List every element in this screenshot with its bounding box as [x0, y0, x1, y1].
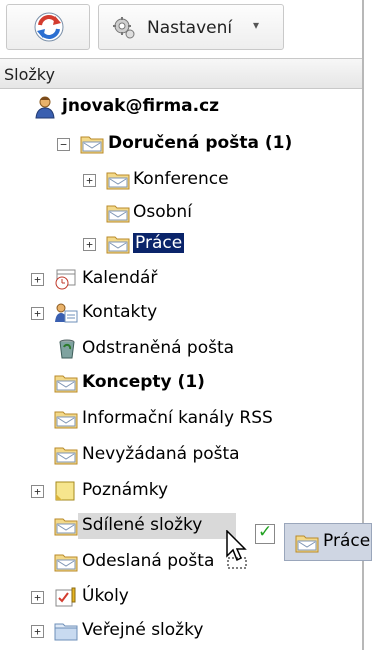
expand-icon[interactable]: +: [31, 273, 44, 286]
account-label: jnovak@firma.cz: [62, 96, 220, 116]
expand-icon[interactable]: +: [31, 307, 44, 320]
sent-label: Odeslaná pošta: [82, 551, 215, 571]
tree-item-deleted[interactable]: Odstraněná pošta: [0, 334, 362, 364]
tree-item-rss[interactable]: Informační kanály RSS: [0, 404, 362, 434]
tree-item-notes[interactable]: + Poznámky: [0, 476, 362, 506]
personal-label: Osobní: [133, 202, 192, 222]
folders-header: Složky: [0, 58, 362, 89]
conference-label: Konference: [133, 169, 229, 189]
folder-icon: [54, 621, 78, 641]
refresh-button[interactable]: [6, 4, 90, 50]
inbox-label: Doručená pošta (1): [108, 133, 293, 153]
tasks-icon: [55, 587, 76, 607]
tree-item-shared[interactable]: Sdílené složky: [52, 511, 236, 541]
folders-header-label: Složky: [4, 65, 55, 84]
trash-icon: [59, 339, 75, 359]
tree-account[interactable]: jnovak@firma.cz: [0, 92, 362, 122]
expand-icon[interactable]: +: [31, 625, 44, 638]
mail-folder-icon: [106, 234, 130, 254]
expand-icon[interactable]: +: [83, 238, 96, 251]
settings-button[interactable]: Nastavení ▾: [98, 4, 284, 50]
notes-label: Poznámky: [82, 480, 169, 500]
mail-folder-icon: [54, 373, 78, 393]
tree-item-public[interactable]: + Veřejné složky: [0, 616, 362, 646]
mail-folder-icon: [106, 203, 130, 223]
gear-icon: [113, 17, 135, 39]
tasks-label: Úkoly: [82, 586, 129, 606]
collapse-icon[interactable]: −: [57, 138, 70, 151]
mail-folder-icon: [80, 134, 104, 154]
tree-item-junk[interactable]: Nevyžádaná pošta: [0, 440, 362, 470]
chevron-down-icon: ▾: [253, 18, 260, 32]
tree-item-calendar[interactable]: + Kalendář: [0, 264, 362, 294]
tree-item-work[interactable]: + Práce: [0, 229, 362, 259]
public-label: Veřejné složky: [82, 620, 204, 640]
mail-folder-icon: [295, 533, 319, 553]
calendar-icon: [55, 269, 76, 290]
settings-label: Nastavení: [147, 18, 233, 38]
contacts-icon: [55, 303, 78, 323]
refresh-icon: [34, 12, 64, 42]
deleted-label: Odstraněná pošta: [82, 338, 235, 358]
junk-label: Nevyžádaná pošta: [82, 444, 240, 464]
shared-label: Sdílené složky: [82, 515, 203, 535]
expand-icon[interactable]: +: [83, 174, 96, 187]
expand-icon[interactable]: +: [31, 485, 44, 498]
expand-icon[interactable]: +: [31, 591, 44, 604]
rss-folder-icon: [54, 409, 78, 429]
mail-folder-icon: [106, 170, 130, 190]
mail-folder-icon: [54, 445, 78, 465]
drag-ghost-label: Práce: [323, 531, 371, 551]
tree-item-conference[interactable]: + Konference: [0, 165, 362, 195]
tree-item-inbox[interactable]: − Doručená pošta (1): [0, 129, 362, 159]
drag-ghost: Práce: [284, 523, 372, 561]
rss-label: Informační kanály RSS: [82, 408, 273, 428]
mail-folder-icon: [54, 516, 78, 536]
work-label: Práce: [133, 233, 185, 253]
tree-item-tasks[interactable]: + Úkoly: [0, 582, 362, 612]
user-icon: [35, 96, 55, 119]
tree-item-personal[interactable]: Osobní: [0, 198, 362, 228]
calendar-label: Kalendář: [82, 268, 158, 288]
drag-cursor-icon: [226, 530, 247, 569]
tree-item-contacts[interactable]: + Kontakty: [0, 298, 362, 328]
mail-folder-icon: [54, 552, 78, 572]
drafts-label: Koncepty (1): [82, 372, 205, 392]
tree-item-drafts[interactable]: Koncepty (1): [0, 368, 362, 398]
toolbar: Nastavení ▾: [0, 0, 362, 58]
notes-icon: [55, 481, 75, 501]
contacts-label: Kontakty: [82, 302, 158, 322]
checkmark-icon: ✓: [255, 522, 275, 544]
